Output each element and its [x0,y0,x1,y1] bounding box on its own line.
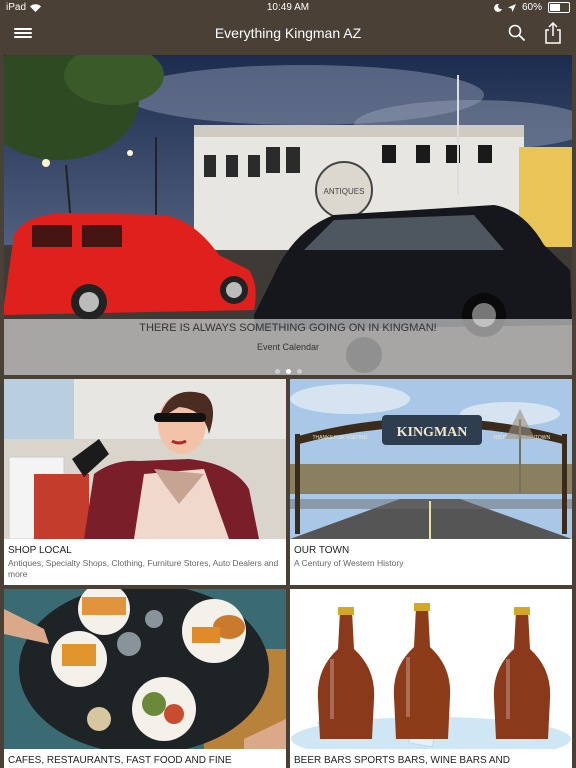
tile-title: OUR TOWN [294,545,350,556]
tile-subtitle: Antiques, Specialty Shops, Clothing, Fur… [8,558,279,579]
battery-percent: 60% [521,2,542,13]
tile-image [4,379,286,539]
shopper-image [4,379,286,539]
nav-bar: Everything Kingman AZ [0,16,576,52]
arch-title: KINGMAN [397,425,468,440]
tile-title: BEER BARS SPORTS BARS, WINE BARS AND [294,755,510,766]
tile-image [4,589,286,749]
search-icon[interactable] [508,24,526,42]
hero-carousel[interactable]: ANTIQUES THERE IS ALWAYS SOMETHING GOING… [4,55,572,375]
status-time: 10:49 AM [266,2,310,13]
share-icon[interactable] [544,22,562,44]
beer-bottles-image [290,589,572,749]
tile-beer-bars[interactable]: BEER BARS SPORTS BARS, WINE BARS AND [290,589,572,768]
location-arrow-icon [507,3,516,12]
town-arch-image: KINGMAN THANKS FOR VISITING HISTORIC DOW… [290,379,572,539]
event-calendar-link[interactable]: Event Calendar [4,342,572,352]
sign-text: ANTIQUES [324,187,365,196]
tile-shop-local[interactable]: SHOP LOCAL Antiques, Specialty Shops, Cl… [4,379,286,585]
tile-subtitle: A Century of Western History [294,558,404,568]
page-dot[interactable] [285,369,291,374]
tile-image: KINGMAN THANKS FOR VISITING HISTORIC DOW… [290,379,572,539]
page-dot[interactable] [296,369,302,374]
battery-fill [550,4,560,11]
arch-left-text: THANKS FOR VISITING [312,435,367,441]
tile-image [290,589,572,749]
tile-title: CAFES, RESTAURANTS, FAST FOOD AND FINE [8,755,232,766]
tile-our-town[interactable]: KINGMAN THANKS FOR VISITING HISTORIC DOW… [290,379,572,585]
app-title: Everything Kingman AZ [214,25,362,41]
food-table-image [4,589,286,749]
status-bar: iPad 10:49 AM 60% [0,0,576,16]
hero-title: THERE IS ALWAYS SOMETHING GOING ON IN KI… [139,322,437,334]
tile-title: SHOP LOCAL [8,545,72,556]
page-indicator[interactable] [4,361,572,375]
battery-icon [548,2,570,13]
moon-icon [494,3,502,12]
page-dot[interactable] [274,369,280,374]
tile-cafes-restaurants[interactable]: CAFES, RESTAURANTS, FAST FOOD AND FINE [4,589,286,768]
